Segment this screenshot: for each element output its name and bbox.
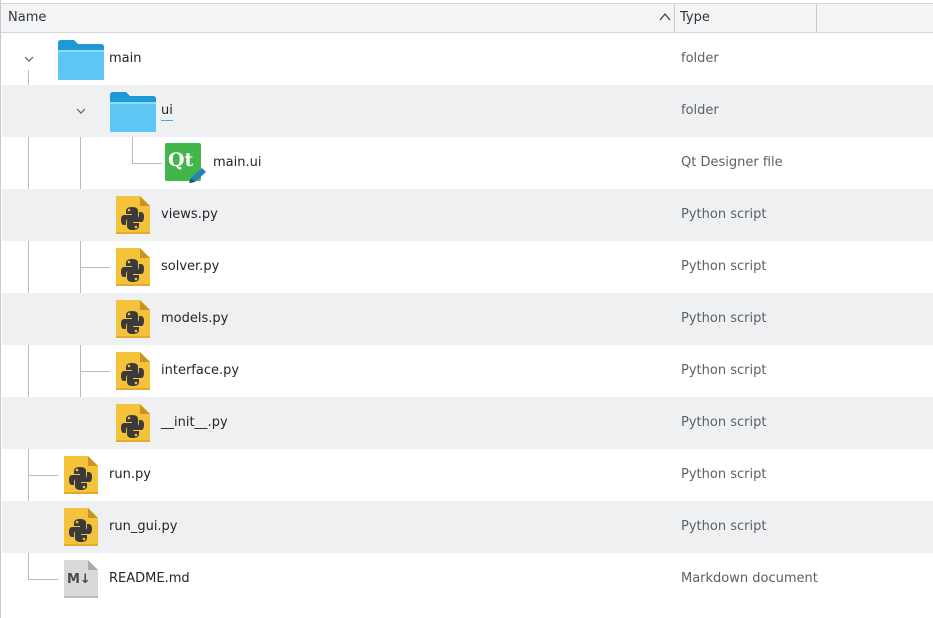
- tree-row[interactable]: Qt main.ui Qt Designer file: [2, 137, 933, 189]
- chevron-down-icon[interactable]: [75, 105, 87, 117]
- tree-row[interactable]: models.py Python script: [2, 293, 933, 345]
- tree-row[interactable]: run.py Python script: [2, 449, 933, 501]
- item-name: models.py: [161, 311, 229, 326]
- file-tree-view[interactable]: Name Type main folder ui folder Qt main.…: [0, 0, 933, 618]
- tree-row[interactable]: run_gui.py Python script: [2, 501, 933, 553]
- tree-row[interactable]: ui folder: [2, 85, 933, 137]
- item-type: Markdown document: [681, 571, 818, 586]
- item-name: main.ui: [213, 155, 262, 170]
- chevron-up-icon: [659, 13, 671, 21]
- item-name: interface.py: [161, 363, 240, 378]
- item-name: solver.py: [161, 259, 220, 274]
- item-name: main: [109, 51, 142, 66]
- item-name: README.md: [109, 571, 190, 586]
- item-name: run_gui.py: [109, 519, 178, 534]
- tree-row[interactable]: interface.py Python script: [2, 345, 933, 397]
- pencil-icon: [189, 168, 206, 183]
- python-icon: [115, 247, 151, 287]
- item-name: views.py: [161, 207, 218, 222]
- item-type: Python script: [681, 467, 767, 482]
- column-separator[interactable]: [816, 4, 817, 32]
- python-icon: [115, 195, 151, 235]
- type-column-header[interactable]: Type: [680, 4, 710, 32]
- column-separator[interactable]: [674, 4, 675, 32]
- item-type: folder: [681, 103, 719, 118]
- item-name: ui: [161, 102, 173, 121]
- item-type: Python script: [681, 259, 767, 274]
- item-type: folder: [681, 51, 719, 66]
- python-icon: [63, 507, 99, 547]
- tree-row[interactable]: M↓ README.md Markdown document: [2, 553, 933, 605]
- item-name: run.py: [109, 467, 151, 482]
- column-header: Name Type: [1, 3, 933, 33]
- name-column-header[interactable]: Name: [8, 4, 46, 32]
- markdown-icon: M↓: [63, 559, 99, 599]
- markdown-icon-label: M↓: [67, 572, 91, 587]
- qt-designer-icon: Qt: [165, 143, 207, 185]
- folder-icon: [57, 39, 105, 81]
- python-icon: [115, 299, 151, 339]
- folder-icon: [109, 91, 157, 133]
- item-type: Python script: [681, 415, 767, 430]
- item-name: __init__.py: [161, 415, 228, 430]
- item-type: Python script: [681, 519, 767, 534]
- python-icon: [63, 455, 99, 495]
- tree-row[interactable]: __init__.py Python script: [2, 397, 933, 449]
- chevron-down-icon[interactable]: [23, 53, 35, 65]
- item-type: Python script: [681, 207, 767, 222]
- item-type: Python script: [681, 311, 767, 326]
- python-icon: [115, 403, 151, 443]
- tree-row[interactable]: views.py Python script: [2, 189, 933, 241]
- tree-row[interactable]: main folder: [2, 33, 933, 85]
- item-type: Qt Designer file: [681, 155, 783, 170]
- tree-row[interactable]: solver.py Python script: [2, 241, 933, 293]
- python-icon: [115, 351, 151, 391]
- item-type: Python script: [681, 363, 767, 378]
